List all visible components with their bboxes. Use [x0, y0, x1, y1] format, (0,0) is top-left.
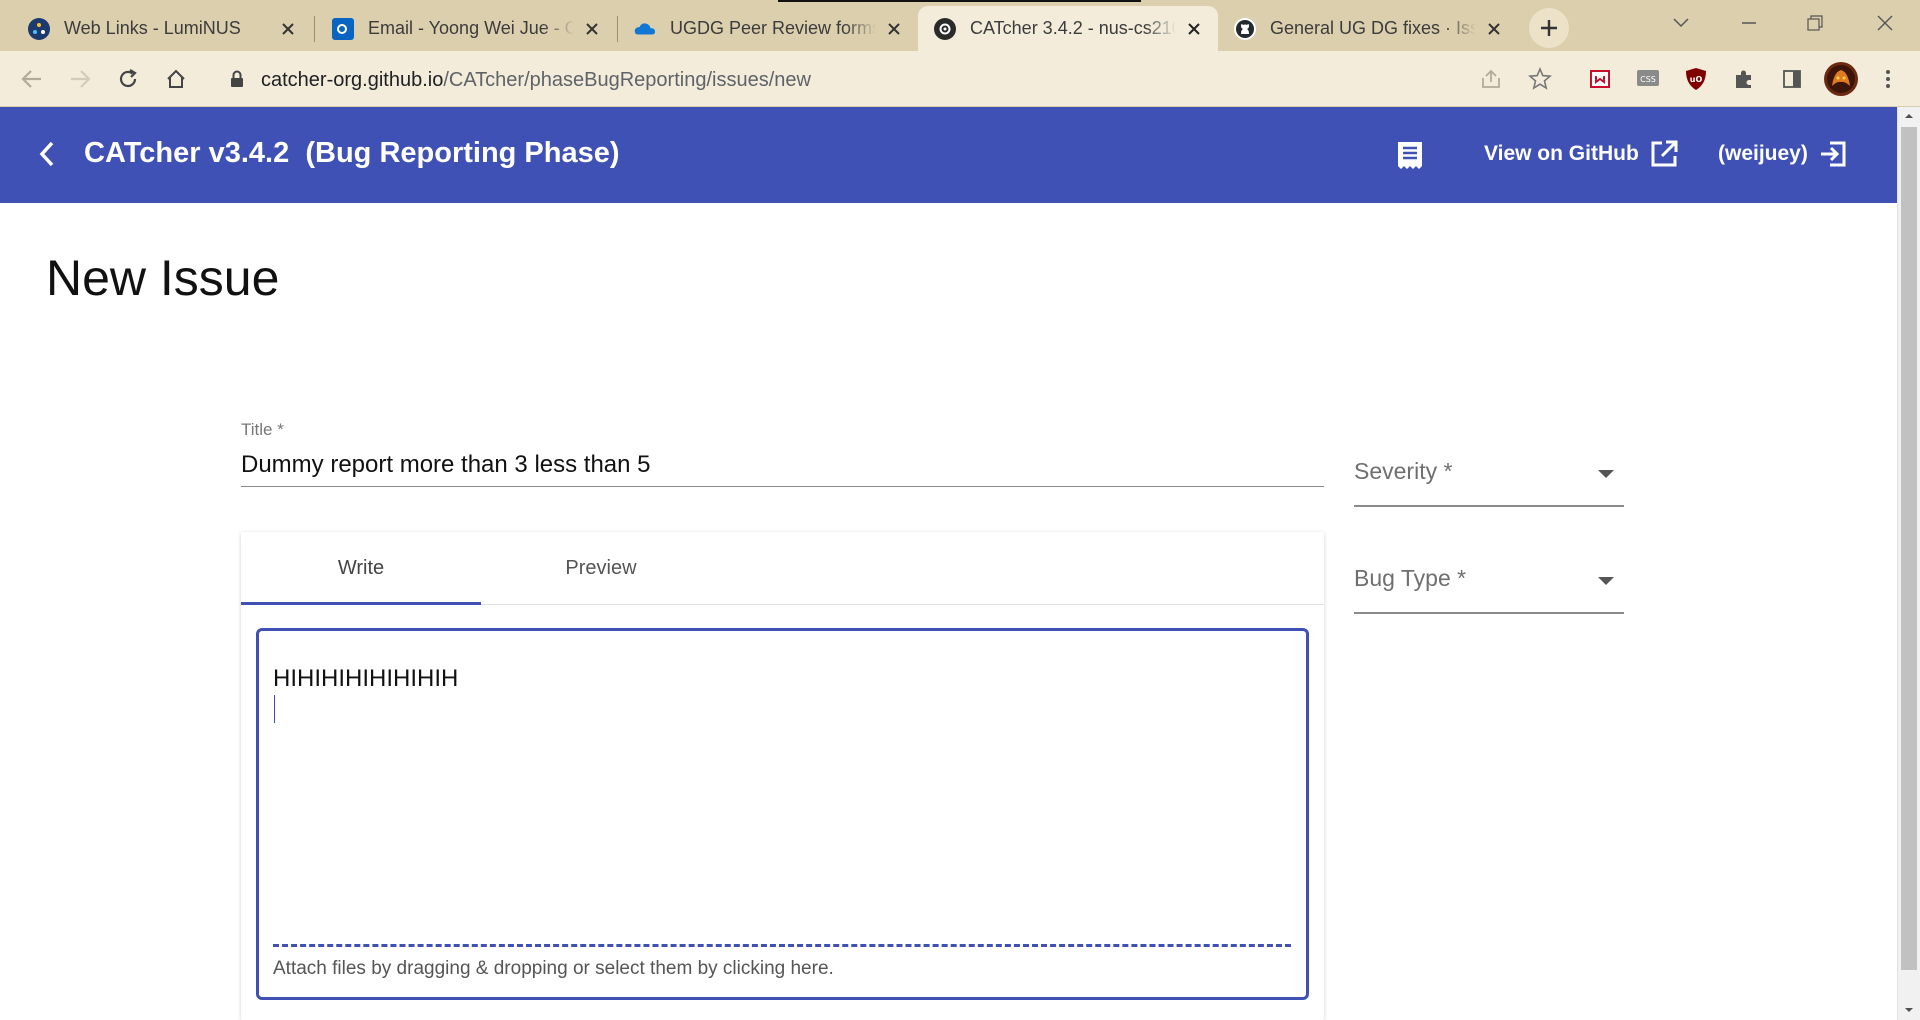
browser-tab-github[interactable]: General UG DG fixes · Issue: [1218, 6, 1518, 51]
logout-icon: [1820, 141, 1846, 167]
svg-text:CSS: CSS: [1640, 75, 1656, 84]
restore-icon[interactable]: [1782, 0, 1848, 45]
tab-title: Email - Yoong Wei Jue - Outlook: [368, 18, 574, 38]
github-link-label: View on GitHub: [1484, 142, 1639, 165]
view-on-github-link[interactable]: View on GitHub: [1484, 139, 1679, 169]
tab-title: Web Links - LumiNUS: [64, 18, 241, 38]
url-path: /CATcher/phaseBugReporting/issues/new: [443, 69, 811, 91]
page-scrollbar[interactable]: [1897, 107, 1920, 1020]
tab-preview-label: Preview: [565, 556, 637, 579]
catcher-icon: [934, 17, 956, 40]
close-window-icon[interactable]: [1852, 0, 1918, 45]
severity-select[interactable]: Severity *: [1354, 446, 1624, 510]
address-bar[interactable]: catcher-org.github.io/CATcher/phaseBugRe…: [214, 58, 1562, 100]
extension-ublock-icon[interactable]: uO: [1682, 65, 1710, 93]
close-tab-icon[interactable]: [884, 19, 904, 39]
attach-dropzone-border: [273, 944, 1291, 947]
browser-menu-icon[interactable]: [1874, 65, 1902, 93]
tab-title: CATcher 3.4.2 - nus-cs2103: [970, 18, 1176, 38]
tab-preview[interactable]: Preview: [481, 532, 721, 604]
description-editor: Write Preview HIHIHIHIHIHIHIH Attach fil…: [241, 532, 1324, 1020]
close-tab-icon[interactable]: [278, 19, 298, 39]
svg-text:uO: uO: [1690, 75, 1703, 84]
bug-type-select[interactable]: Bug Type *: [1354, 553, 1624, 617]
page-title: New Issue: [46, 250, 280, 306]
forward-arrow-icon[interactable]: [64, 63, 96, 95]
description-textarea[interactable]: HIHIHIHIHIHIHIH Attach files by dragging…: [256, 628, 1309, 1000]
side-panel-icon[interactable]: [1778, 65, 1806, 93]
browser-tab-outlook[interactable]: Email - Yoong Wei Jue - Outlook: [316, 6, 616, 51]
editor-tabs: Write Preview: [241, 532, 1324, 605]
scroll-down-arrow-icon[interactable]: [1904, 1005, 1914, 1015]
tab-separator: [314, 16, 315, 42]
profile-avatar[interactable]: [1824, 62, 1858, 96]
extension-mcafee-icon[interactable]: [1586, 65, 1614, 93]
bookmark-star-icon[interactable]: [1528, 66, 1552, 96]
logout-button[interactable]: (weijuey): [1718, 139, 1848, 169]
tab-title: UGDG Peer Review forms: [670, 18, 876, 38]
close-tab-icon[interactable]: [1184, 19, 1204, 39]
notes-icon[interactable]: [1393, 138, 1427, 172]
browser-tab-luminus[interactable]: Web Links - LumiNUS: [12, 6, 312, 51]
title-field: Title *: [241, 418, 1324, 488]
tab-search-icon[interactable]: [1648, 0, 1714, 45]
minimize-icon[interactable]: [1716, 0, 1782, 45]
reload-icon[interactable]: [112, 63, 144, 95]
tab-accent-line: [778, 0, 1141, 2]
active-tab-indicator: [241, 602, 481, 605]
title-label: Title *: [241, 420, 284, 439]
github-icon: [1234, 17, 1256, 40]
lock-icon: [230, 70, 244, 93]
severity-underline: [1354, 505, 1624, 507]
home-icon[interactable]: [160, 63, 192, 95]
tab-write[interactable]: Write: [241, 532, 481, 605]
extensions-puzzle-icon[interactable]: [1730, 65, 1758, 93]
dropdown-arrow-icon: [1598, 470, 1614, 478]
browser-tabstrip: Web Links - LumiNUS Email - Yoong Wei Ju…: [0, 0, 1920, 51]
url-text: catcher-org.github.io/CATcher/phaseBugRe…: [261, 69, 811, 92]
extension-css-icon[interactable]: CSS: [1634, 65, 1662, 93]
back-button[interactable]: [30, 137, 64, 171]
open-in-new-icon: [1651, 140, 1678, 167]
text-cursor: [274, 695, 275, 723]
browser-tab-catcher[interactable]: CATcher 3.4.2 - nus-cs2103: [918, 6, 1218, 51]
title-input[interactable]: [241, 448, 1324, 482]
tab-write-label: Write: [337, 556, 385, 579]
outlook-icon: [332, 17, 354, 40]
title-underline: [241, 486, 1324, 487]
close-tab-icon[interactable]: [582, 19, 602, 39]
browser-tab-onedrive[interactable]: UGDG Peer Review forms: [618, 6, 918, 51]
onedrive-icon: [634, 18, 656, 40]
description-text: HIHIHIHIHIHIHIH: [273, 665, 459, 692]
attach-files-hint[interactable]: Attach files by dragging & dropping or s…: [273, 958, 834, 980]
dropdown-arrow-icon: [1598, 577, 1614, 585]
scroll-up-arrow-icon[interactable]: [1904, 111, 1914, 121]
luminus-icon: [28, 17, 50, 40]
severity-placeholder: Severity *: [1354, 458, 1453, 484]
app-toolbar: CATcher v3.4.2 (Bug Reporting Phase) Vie…: [0, 107, 1897, 203]
browser-toolbar: catcher-org.github.io/CATcher/phaseBugRe…: [0, 51, 1920, 107]
url-host: catcher-org.github.io: [261, 69, 444, 91]
scrollbar-thumb[interactable]: [1901, 127, 1917, 970]
new-tab-button[interactable]: [1529, 8, 1569, 48]
username-label: (weijuey): [1718, 142, 1808, 165]
bug-type-underline: [1354, 612, 1624, 614]
close-tab-icon[interactable]: [1484, 19, 1504, 39]
share-icon[interactable]: [1480, 68, 1502, 95]
tab-title: General UG DG fixes · Issue: [1270, 18, 1476, 38]
app-title: CATcher v3.4.2 (Bug Reporting Phase): [84, 137, 620, 169]
back-arrow-icon[interactable]: [16, 63, 48, 95]
bug-type-placeholder: Bug Type *: [1354, 565, 1467, 591]
